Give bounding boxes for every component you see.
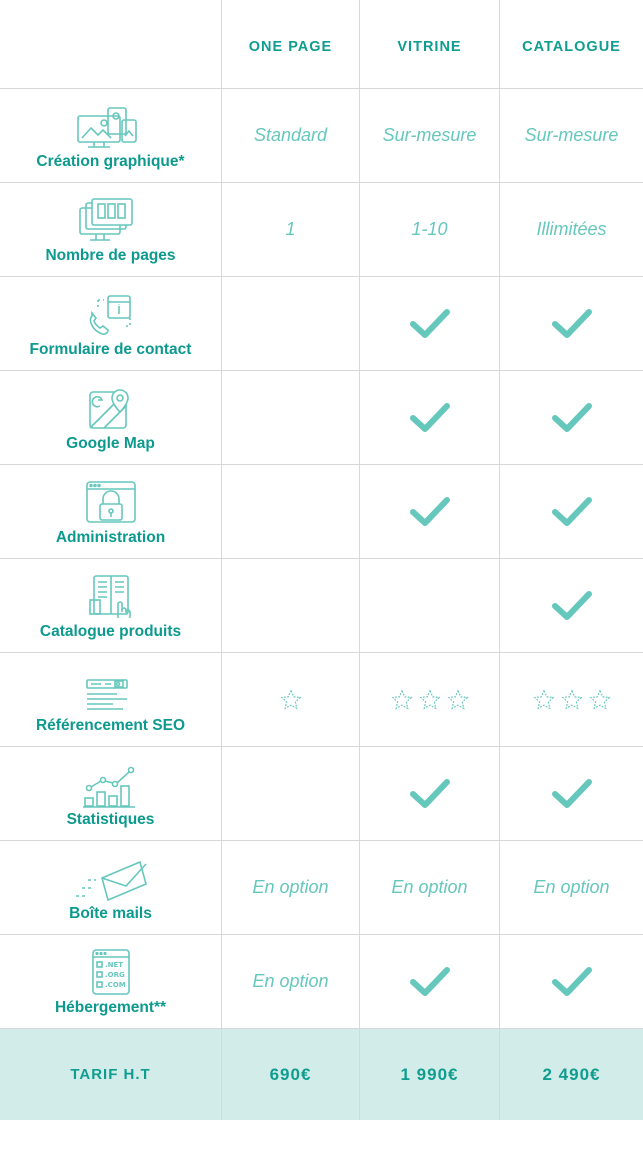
star-icon [418, 688, 441, 709]
checkmark-icon [409, 966, 450, 996]
feature-label: Nombre de pages [45, 247, 176, 264]
checkmark-icon [409, 778, 450, 808]
svg-text:.ORG: .ORG [105, 971, 125, 979]
feature-label: Statistiques [66, 811, 155, 828]
checkmark-icon [551, 778, 592, 808]
value-cell: En option [359, 840, 499, 934]
design-icon [76, 107, 137, 148]
price-vitrine: 1 990€ [359, 1028, 499, 1120]
feature-hosting: .NET .ORG .COM Hébergement** [0, 934, 221, 1028]
feature-statistics: Statistiques [0, 746, 221, 840]
value-cell: 1 [221, 182, 359, 276]
value-cell: Illimitées [499, 182, 643, 276]
checkmark-icon [409, 496, 450, 526]
value-cell: Sur-mesure [499, 88, 643, 182]
feature-label: Google Map [66, 435, 155, 452]
seo-icon [85, 679, 128, 710]
feature-label: Administration [55, 529, 166, 546]
price-one-page: 690€ [221, 1028, 359, 1120]
chart-icon [82, 766, 135, 808]
feature-catalog: Catalogue produits [0, 558, 221, 652]
mail-icon [75, 860, 147, 902]
stars-cell [359, 652, 499, 746]
svg-text:.COM: .COM [105, 981, 126, 989]
empty-cell [359, 558, 499, 652]
check-cell [499, 746, 643, 840]
feature-label: Catalogue produits [39, 623, 182, 640]
feature-administration: Administration [0, 464, 221, 558]
value-cell: En option [221, 840, 359, 934]
feature-label: Hébergement** [54, 999, 167, 1016]
checkmark-icon [551, 308, 592, 338]
pricing-table: ONE PAGE VITRINE CATALOGUE Création grap… [0, 0, 643, 1167]
map-icon [88, 389, 129, 429]
checkmark-icon [409, 402, 450, 432]
check-cell [359, 934, 499, 1028]
value-cell: En option [221, 934, 359, 1028]
feature-google-map: Google Map [0, 370, 221, 464]
feature-contact-form: Formulaire de contact [0, 276, 221, 370]
feature-label: Référencement SEO [35, 717, 186, 734]
star-icon [279, 688, 302, 709]
hosting-icon: .NET .ORG .COM [91, 949, 130, 995]
star-icon [560, 688, 583, 709]
check-cell [359, 746, 499, 840]
feature-label: Création graphique* [36, 153, 185, 170]
check-cell [499, 464, 643, 558]
feature-label: Formulaire de contact [29, 341, 192, 358]
feature-seo: Référencement SEO [0, 652, 221, 746]
check-cell [359, 370, 499, 464]
value-cell: 1-10 [359, 182, 499, 276]
star-icon [588, 688, 611, 709]
price-catalogue: 2 490€ [499, 1028, 643, 1120]
price-label: TARIF H.T [0, 1028, 221, 1120]
corner-cell [0, 0, 221, 88]
contact-form-icon [89, 295, 131, 335]
lock-icon [85, 481, 136, 523]
checkmark-icon [409, 308, 450, 338]
check-cell [499, 276, 643, 370]
feature-pages: Nombre de pages [0, 182, 221, 276]
empty-cell [221, 370, 359, 464]
checkmark-icon [551, 590, 592, 620]
value-cell: En option [499, 840, 643, 934]
checkmark-icon [551, 966, 592, 996]
header-vitrine: VITRINE [359, 0, 499, 88]
check-cell [499, 558, 643, 652]
pages-icon [78, 198, 133, 241]
check-cell [359, 276, 499, 370]
star-icon [390, 688, 413, 709]
star-icon [532, 688, 555, 709]
header-one-page: ONE PAGE [221, 0, 359, 88]
checkmark-icon [551, 402, 592, 432]
value-cell: Sur-mesure [359, 88, 499, 182]
empty-cell [221, 464, 359, 558]
empty-cell [221, 276, 359, 370]
stars-cell [221, 652, 359, 746]
header-catalogue: CATALOGUE [499, 0, 643, 88]
feature-label: Boîte mails [69, 905, 152, 922]
empty-cell [221, 558, 359, 652]
value-cell: Standard [221, 88, 359, 182]
checkmark-icon [551, 496, 592, 526]
star-icon [446, 688, 469, 709]
stars-cell [499, 652, 643, 746]
svg-text:.NET: .NET [105, 961, 123, 969]
feature-mailbox: Boîte mails [0, 840, 221, 934]
check-cell [499, 934, 643, 1028]
empty-cell [221, 746, 359, 840]
check-cell [359, 464, 499, 558]
feature-design: Création graphique* [0, 88, 221, 182]
catalog-icon [88, 575, 131, 618]
check-cell [499, 370, 643, 464]
